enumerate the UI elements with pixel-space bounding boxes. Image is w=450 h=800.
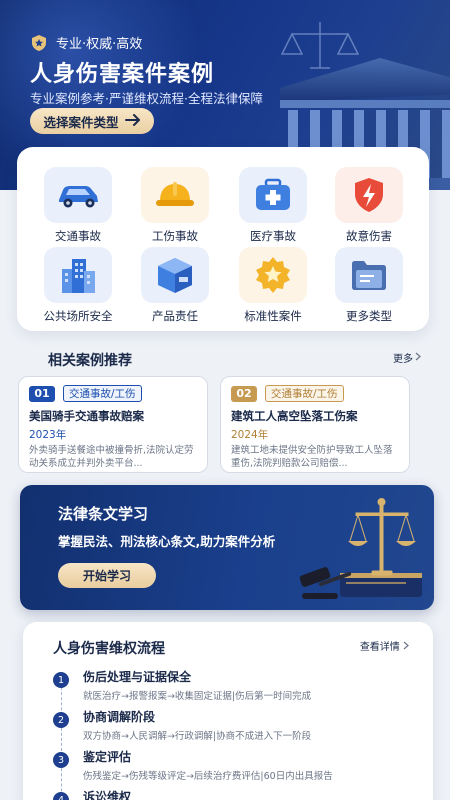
law-study-banner: 法律条文学习 掌握民法、刑法核心条文,助力案件分析 开始学习 — [20, 485, 434, 610]
category-more-types[interactable]: 更多类型 — [323, 247, 415, 327]
category-label: 标准性案件 — [244, 309, 302, 323]
start-learning-button[interactable]: 开始学习 — [58, 563, 156, 588]
category-public-safety[interactable]: 公共场所安全 — [32, 247, 124, 327]
law-subtitle: 掌握民法、刑法核心条文,助力案件分析 — [58, 534, 276, 549]
category-product-liability[interactable]: 产品责任 — [129, 247, 221, 327]
scales-gavel-illustration — [299, 498, 422, 599]
related-cases-title: 相关案例推荐 — [48, 353, 132, 369]
star-badge-icon — [239, 247, 307, 303]
select-case-type-button[interactable]: 选择案件类型 — [30, 108, 154, 134]
product-box-icon — [141, 247, 209, 303]
category-traffic-accident[interactable]: 交通事故 — [32, 167, 124, 247]
related-more-label: 更多 — [393, 354, 413, 365]
chevron-right-icon — [415, 352, 421, 364]
step-title: 协商调解阶段 — [83, 710, 156, 724]
case-tag: 交通事故/工伤 — [265, 385, 344, 402]
step-number: 4 — [53, 792, 69, 800]
category-intentional-injury[interactable]: 故意伤害 — [323, 167, 415, 247]
category-label: 更多类型 — [346, 309, 392, 323]
step-number: 1 — [53, 672, 69, 688]
category-label: 公共场所安全 — [43, 309, 113, 323]
page-title: 人身伤害案件案例 — [30, 61, 215, 87]
step-description: 就医治疗→报警报案→收集固定证据|伤后第一时间完成 — [83, 691, 312, 702]
step-number: 2 — [53, 712, 69, 728]
folder-icon — [335, 247, 403, 303]
hard-hat-icon — [141, 167, 209, 223]
step-title: 伤后处理与证据保全 — [83, 670, 192, 684]
process-step[interactable]: 3 鉴定评估 伤残鉴定→伤残等级评定→后续治疗费评估|60日内出具报告 — [53, 748, 333, 782]
case-card[interactable]: 01 交通事故/工伤 美国骑手交通事故赔案 2023年 外卖骑手送餐途中被撞骨折… — [18, 376, 208, 473]
category-standard-cases[interactable]: 标准性案件 — [227, 247, 319, 327]
shield-lightning-icon — [335, 167, 403, 223]
category-work-injury[interactable]: 工伤事故 — [129, 167, 221, 247]
category-label: 医疗事故 — [250, 229, 296, 243]
category-label: 交通事故 — [55, 229, 101, 243]
case-description: 外卖骑手送餐途中被撞骨折,法院认定劳动关系成立并判外卖平台... — [29, 445, 194, 469]
step-description: 双方协商→人民调解→行政调解|协商不成进入下一阶段 — [83, 731, 312, 742]
hero-tagline-text: 专业·权威·高效 — [56, 37, 143, 52]
chevron-right-icon — [403, 641, 409, 653]
case-year: 2024年 — [231, 429, 269, 441]
medical-kit-icon — [239, 167, 307, 223]
category-label: 产品责任 — [152, 309, 198, 323]
arrow-right-icon — [124, 113, 141, 129]
law-title: 法律条文学习 — [58, 505, 149, 523]
rights-process-card: 人身伤害维权流程 查看详情 1 伤后处理与证据保全 就医治疗→报警报案→收集固定… — [23, 622, 433, 800]
related-more-link[interactable]: 更多 — [393, 350, 421, 365]
case-number: 01 — [29, 385, 55, 402]
buildings-icon — [44, 247, 112, 303]
step-title: 鉴定评估 — [83, 750, 132, 764]
select-case-type-label: 选择案件类型 — [43, 114, 119, 130]
step-number: 3 — [53, 752, 69, 768]
process-title: 人身伤害维权流程 — [53, 641, 165, 657]
case-description: 建筑工地未提供安全防护导致工人坠落重伤,法院判赔款公司赔偿... — [231, 445, 393, 469]
case-number: 02 — [231, 385, 257, 402]
view-details-link[interactable]: 查看详情 — [360, 638, 409, 653]
process-step[interactable]: 2 协商调解阶段 双方协商→人民调解→行政调解|协商不成进入下一阶段 — [53, 708, 311, 742]
hero-tagline: 专业·权威·高效 — [30, 33, 142, 52]
category-label: 工伤事故 — [152, 229, 198, 243]
step-title: 诉讼维权 — [83, 790, 132, 800]
category-label: 故意伤害 — [346, 229, 392, 243]
case-card[interactable]: 02 交通事故/工伤 建筑工人高空坠落工伤案 2024年 建筑工地未提供安全防护… — [220, 376, 410, 473]
process-step[interactable]: 4 诉讼维权 — [53, 788, 131, 800]
hero-subtitle: 专业案例参考·严谨维权流程·全程法律保障 — [30, 91, 263, 106]
view-details-label: 查看详情 — [359, 642, 400, 653]
category-grid: 交通事故 工伤事故 医疗事故 故意伤害 公共场所安全 产品责任 标准性案件 更多… — [17, 147, 429, 331]
case-title: 美国骑手交通事故赔案 — [29, 409, 144, 423]
category-medical-accident[interactable]: 医疗事故 — [227, 167, 319, 247]
case-title: 建筑工人高空坠落工伤案 — [231, 409, 358, 423]
car-icon — [44, 167, 112, 223]
gold-shield-icon — [30, 34, 48, 52]
case-tag: 交通事故/工伤 — [63, 385, 142, 402]
case-year: 2023年 — [29, 429, 67, 441]
process-step[interactable]: 1 伤后处理与证据保全 就医治疗→报警报案→收集固定证据|伤后第一时间完成 — [53, 668, 311, 702]
step-description: 伤残鉴定→伤残等级评定→后续治疗费评估|60日内出具报告 — [83, 771, 333, 782]
